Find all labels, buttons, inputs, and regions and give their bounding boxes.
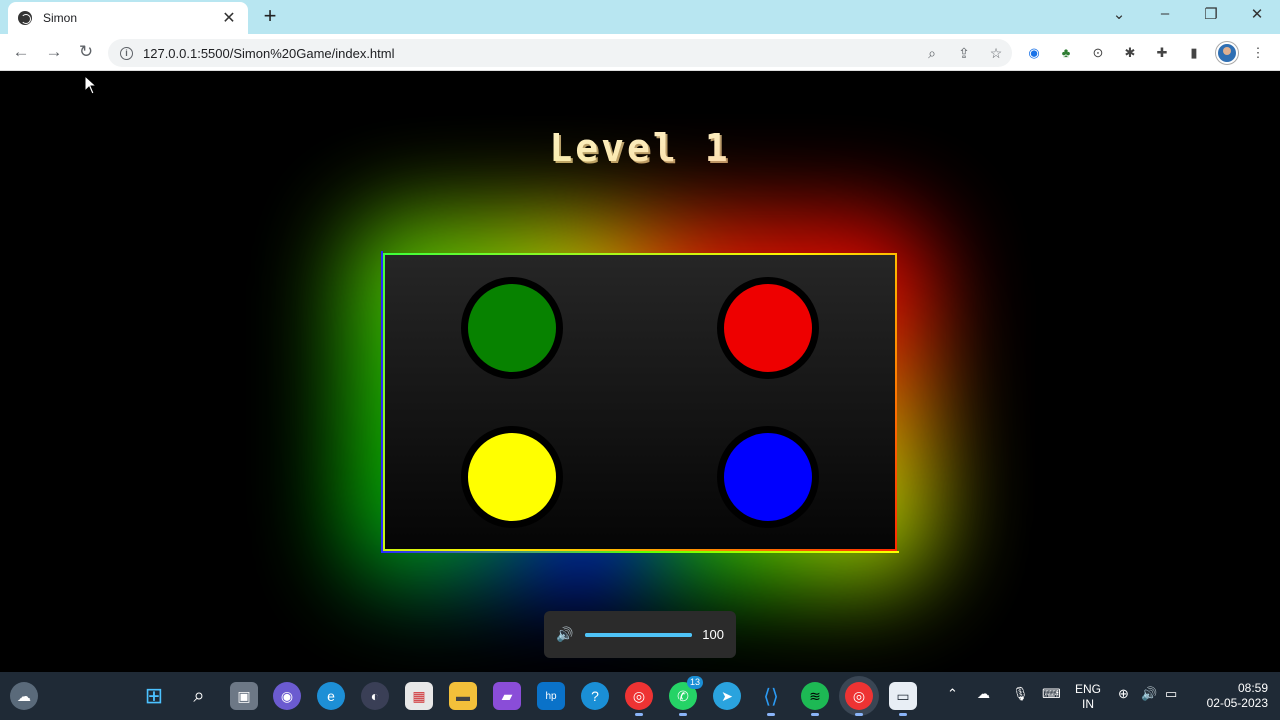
- extensions-puzzle-icon[interactable]: ✚: [1152, 43, 1172, 63]
- reload-icon[interactable]: ↻: [75, 41, 97, 63]
- keyboard-icon[interactable]: ⌨: [1042, 686, 1061, 702]
- eclipse-icon[interactable]: ◐: [361, 682, 389, 710]
- weather-icon[interactable]: ☁: [10, 682, 38, 710]
- url-text[interactable]: 127.0.0.1:5500/Simon%20Game/index.html: [143, 46, 916, 61]
- network-icon[interactable]: ⊕: [1118, 686, 1129, 702]
- tab-title: Simon: [43, 11, 78, 25]
- browser-toolbar: ← → ↻ i 127.0.0.1:5500/Simon%20Game/inde…: [0, 34, 1280, 71]
- minimize-button[interactable]: –: [1150, 5, 1180, 22]
- volume-slider-fill: [585, 632, 693, 637]
- restore-button[interactable]: ❐: [1196, 5, 1226, 23]
- show-hidden-icons-chevron[interactable]: ⌃: [947, 686, 958, 702]
- profile-avatar[interactable]: [1216, 42, 1238, 64]
- help-icon[interactable]: ?: [581, 682, 609, 710]
- battery-icon[interactable]: ▭: [1165, 686, 1177, 702]
- browser-tab-strip: Simon ✕ + ⌄ – ❐ ✕: [0, 0, 1280, 34]
- chrome-icon[interactable]: ◎: [625, 682, 653, 716]
- game-page: Level 1 🔊 100: [0, 71, 1280, 672]
- bug-extension-icon[interactable]: ✱: [1120, 43, 1140, 63]
- telegram-icon[interactable]: ➤: [713, 682, 741, 710]
- language-indicator[interactable]: ENG IN: [1072, 682, 1104, 712]
- task-view-icon[interactable]: ▣: [230, 682, 258, 710]
- close-window-button[interactable]: ✕: [1242, 5, 1272, 23]
- language-code: ENG: [1074, 682, 1101, 696]
- chrome-active-icon[interactable]: ◎: [845, 682, 873, 716]
- address-bar[interactable]: i 127.0.0.1:5500/Simon%20Game/index.html…: [108, 39, 1012, 67]
- volume-value: 100: [702, 627, 724, 642]
- vscode-icon[interactable]: ⟨⟩: [757, 682, 785, 716]
- region-code: IN: [1082, 697, 1094, 711]
- forward-icon[interactable]: →: [43, 41, 65, 63]
- volume-slider[interactable]: [585, 632, 693, 637]
- browser-tab[interactable]: Simon ✕: [8, 2, 248, 34]
- volume-icon[interactable]: 🔊: [1141, 686, 1157, 702]
- new-tab-button[interactable]: +: [258, 4, 282, 28]
- clipchamp-icon[interactable]: ▰: [493, 682, 521, 710]
- teams-chat-icon[interactable]: ◉: [273, 682, 301, 710]
- site-info-icon[interactable]: i: [120, 46, 133, 60]
- green-pad-button[interactable]: [461, 277, 563, 379]
- edge-icon[interactable]: e: [317, 682, 345, 710]
- menu-kebab-icon[interactable]: ⋮: [1248, 43, 1268, 63]
- store-icon[interactable]: ▦: [405, 682, 433, 710]
- whatsapp-badge: 13: [686, 676, 703, 689]
- side-panel-icon[interactable]: ▮: [1184, 43, 1204, 63]
- close-tab-icon[interactable]: ✕: [220, 8, 238, 28]
- clock-time: 08:59: [1237, 681, 1268, 695]
- back-icon[interactable]: ←: [10, 41, 32, 63]
- share-icon[interactable]: ⇪: [948, 45, 980, 62]
- bookmark-star-icon[interactable]: ☆: [980, 45, 1012, 62]
- yellow-pad-button[interactable]: [461, 426, 563, 528]
- onedrive-icon[interactable]: ☁: [977, 686, 990, 702]
- file-explorer-icon[interactable]: ▬: [449, 682, 477, 710]
- start-button-icon[interactable]: ⊞: [140, 682, 168, 710]
- myhp-icon[interactable]: hp: [537, 682, 565, 710]
- level-title: Level 1: [549, 126, 731, 170]
- screen-capture-extension-icon[interactable]: ◉: [1024, 43, 1044, 63]
- screen-recorder-icon[interactable]: ▭: [889, 682, 917, 716]
- clock[interactable]: 08:59 02-05-2023: [1194, 681, 1268, 711]
- globe-icon: [18, 11, 32, 25]
- search-icon[interactable]: ⌕: [185, 682, 213, 710]
- zoom-icon[interactable]: ⌕: [916, 45, 948, 62]
- tab-search-icon[interactable]: ⌄: [1104, 5, 1134, 23]
- taskbar: ☁ ⊞ ⌕ ▣ ◉ e ◐ ▦ ▬ ▰ hp ? ◎ ✆ 13 ➤ ⟨⟩ ≋ ◎…: [0, 672, 1280, 720]
- code-extension-icon[interactable]: ⊙: [1088, 43, 1108, 63]
- game-board: [383, 253, 897, 551]
- blue-pad-button[interactable]: [717, 426, 819, 528]
- microphone-icon[interactable]: 🎙: [1012, 686, 1029, 702]
- html-extension-icon[interactable]: ♣: [1056, 43, 1076, 63]
- whatsapp-icon[interactable]: ✆ 13: [669, 676, 703, 716]
- volume-flyout: 🔊 100: [544, 611, 736, 658]
- clock-date: 02-05-2023: [1206, 696, 1268, 710]
- speaker-icon[interactable]: 🔊: [556, 626, 573, 643]
- red-pad-button[interactable]: [717, 277, 819, 379]
- spotify-icon[interactable]: ≋: [801, 682, 829, 716]
